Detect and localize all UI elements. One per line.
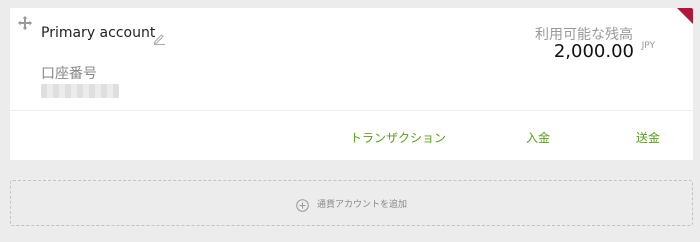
edit-pencil-icon[interactable] xyxy=(153,30,166,45)
transactions-link[interactable]: トランザクション xyxy=(350,129,446,146)
available-balance-amount: 2,000.00 xyxy=(553,41,634,62)
account-number-redacted xyxy=(41,84,119,98)
add-currency-account-button[interactable]: 通貨アカウントを追加 xyxy=(10,180,693,226)
account-name: Primary account xyxy=(41,25,156,41)
drag-handle-icon[interactable] xyxy=(18,16,32,30)
plus-circle-icon xyxy=(296,197,309,212)
deposit-link[interactable]: 入金 xyxy=(526,129,550,146)
account-flag-icon xyxy=(677,8,693,24)
send-link[interactable]: 送金 xyxy=(636,129,660,146)
balance-currency: JPY xyxy=(641,41,655,51)
add-account-label: 通貨アカウントを追加 xyxy=(316,199,407,210)
card-divider xyxy=(10,110,693,111)
account-number-label: 口座番号 xyxy=(41,66,97,82)
account-card: Primary account 口座番号 利用可能な残高 2,000.00 JP… xyxy=(10,8,693,160)
